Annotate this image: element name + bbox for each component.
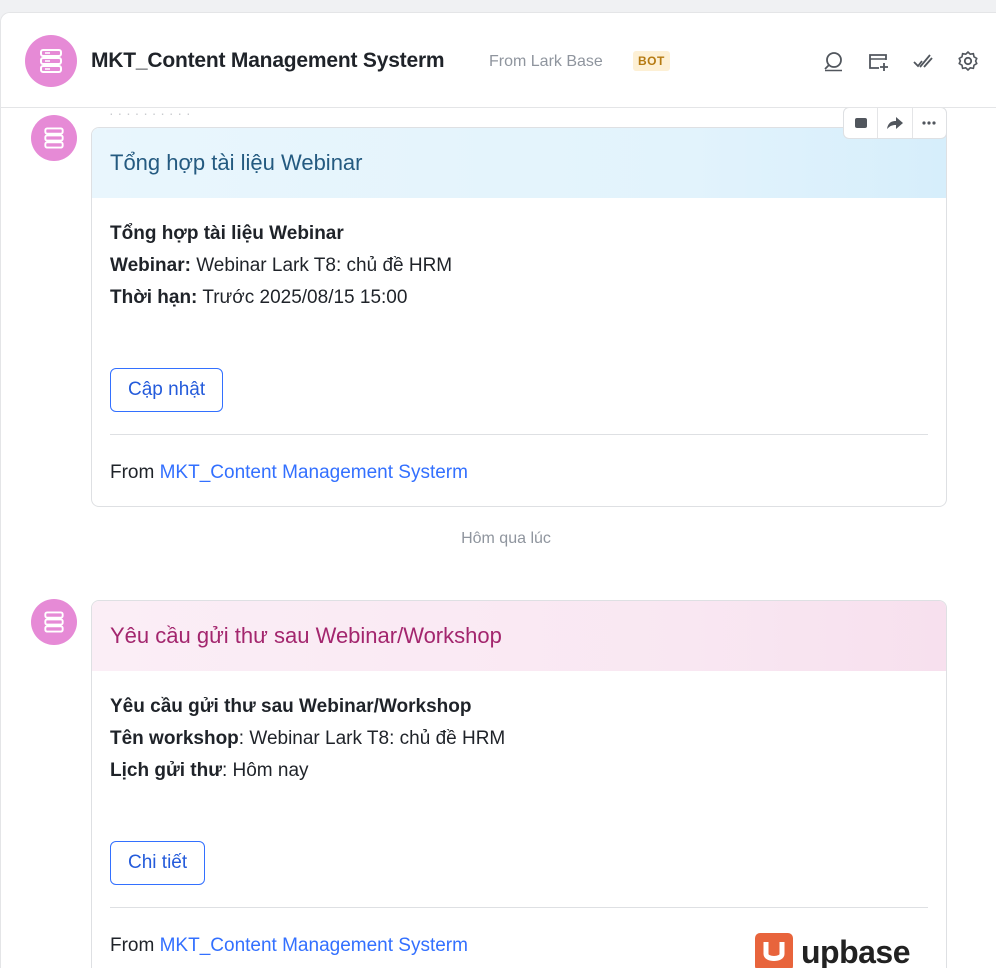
message-feed: · · · · · · · · · · Tổng hợp tài liệu We… [1,105,996,968]
source-link[interactable]: MKT_Content Management Systerm [160,462,468,483]
card-title: Yêu cầu gửi thư sau Webinar/Workshop [92,601,946,671]
upbase-wordmark: upbase [800,933,911,968]
chat-title[interactable]: MKT_Content Management Systerm [91,49,445,73]
card-heading-line: Yêu cầu gửi thư sau Webinar/Workshop [110,696,472,717]
card-footer: From MKT_Content Management Systerm [110,462,468,483]
card-field-deadline: Thời hạn: Trước 2025/08/15 15:00 [110,287,408,308]
tasks-icon[interactable] [911,49,935,73]
card-field-workshop: Tên workshop: Webinar Lark T8: chủ đề HR… [110,728,506,749]
settings-icon[interactable] [956,49,980,73]
add-tab-icon[interactable] [866,49,890,73]
card-field-schedule: Lịch gửi thư: Hôm nay [110,760,309,781]
database-icon [44,611,64,633]
source-link[interactable]: MKT_Content Management Systerm [160,935,468,956]
card-body: Yêu cầu gửi thư sau Webinar/Workshop Tên… [92,671,946,968]
card-body: Tổng hợp tài liệu Webinar Webinar: Webin… [92,198,946,506]
details-button[interactable]: Chi tiết [110,841,206,885]
bot-avatar[interactable] [25,35,77,87]
date-separator: Hôm qua lúc [461,530,551,547]
message-card: Tổng hợp tài liệu Webinar Tổng hợp tài l… [91,127,947,507]
more-icon[interactable] [913,108,946,138]
search-chat-icon[interactable] [821,49,845,73]
upbase-watermark: upbase [754,933,911,968]
chat-window: MKT_Content Management Systerm From Lark… [0,12,996,968]
reaction-icon[interactable] [844,108,879,138]
chat-source: From Lark Base [489,53,603,70]
database-icon [40,49,62,73]
card-title: Tổng hợp tài liệu Webinar [92,128,946,198]
message-card: Yêu cầu gửi thư sau Webinar/Workshop Yêu… [91,600,947,968]
forward-icon[interactable] [878,108,913,138]
upbase-logo-icon [754,933,793,968]
card-heading-line: Tổng hợp tài liệu Webinar [110,223,344,244]
database-icon [44,127,64,149]
chat-header: MKT_Content Management Systerm From Lark… [1,13,996,108]
message-avatar[interactable] [31,599,77,645]
bot-badge: BOT [633,51,670,71]
message-action-bar [843,107,947,139]
message-avatar[interactable] [31,115,77,161]
update-button[interactable]: Cập nhật [110,368,224,412]
card-field-webinar: Webinar: Webinar Lark T8: chủ đề HRM [110,255,453,276]
